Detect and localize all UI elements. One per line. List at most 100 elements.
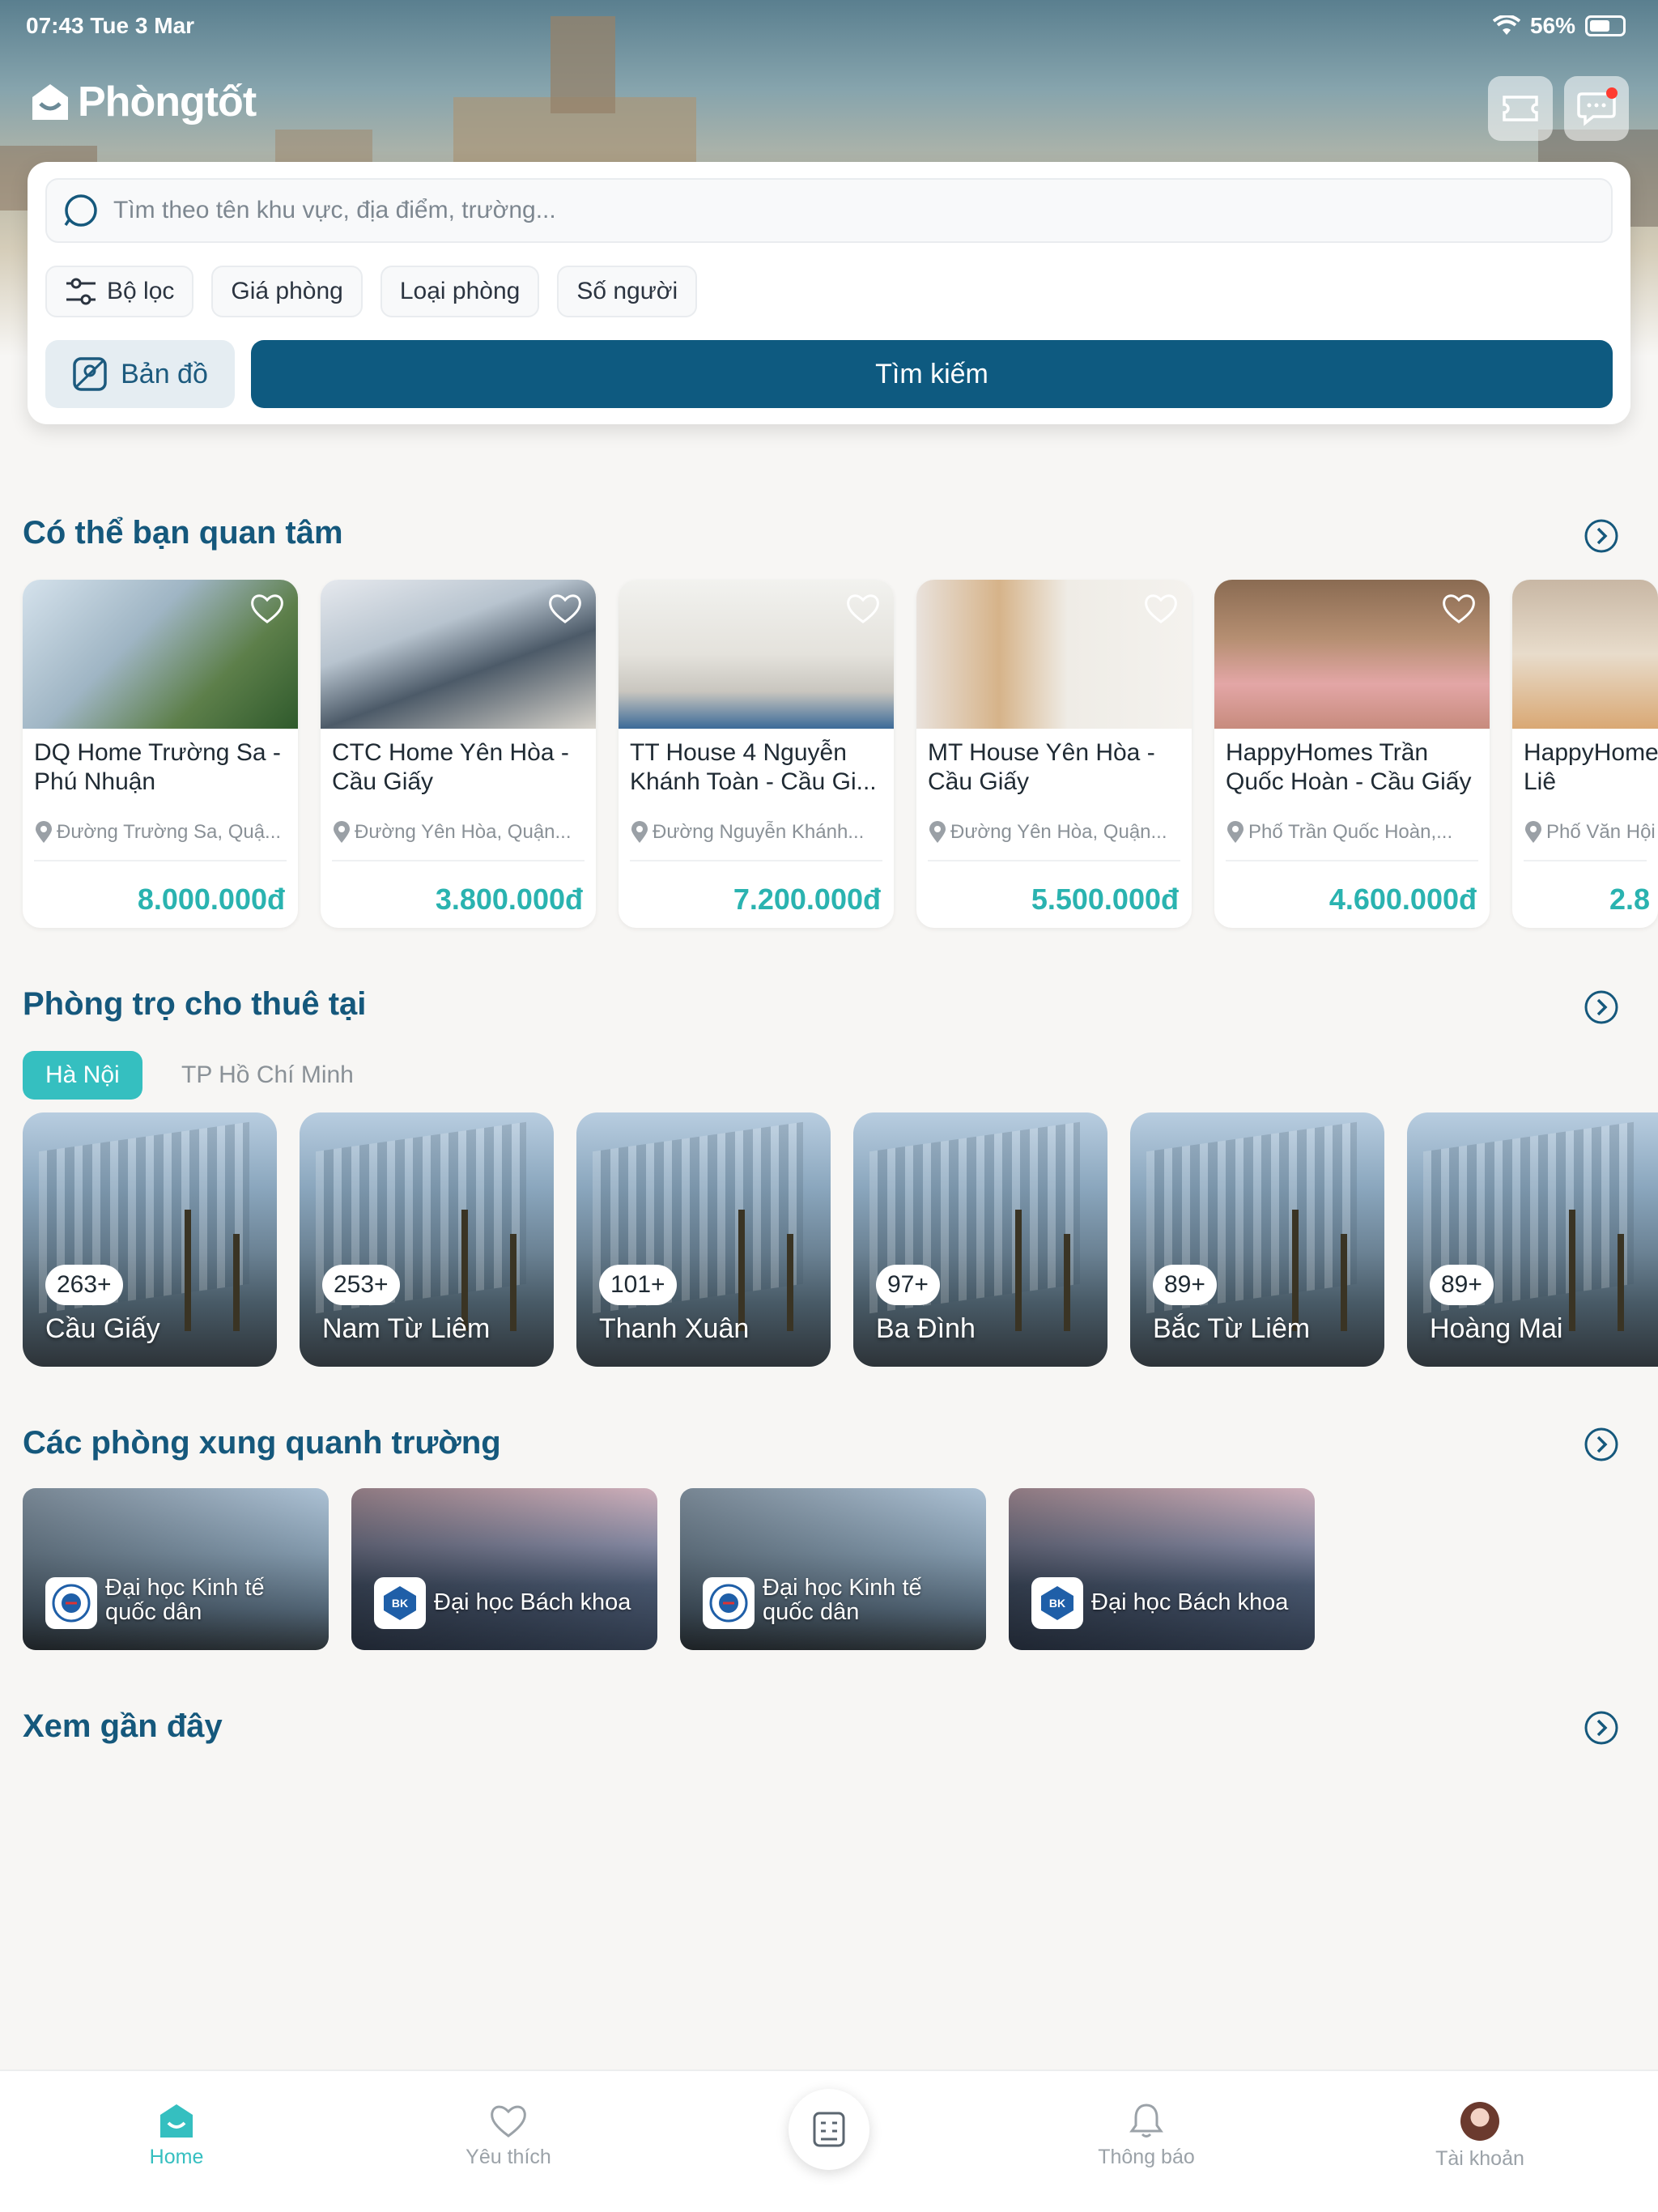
room-photo: [916, 580, 1192, 729]
svg-text:BK: BK: [1049, 1597, 1065, 1610]
city-card[interactable]: 89+ Bắc Từ Liêm: [1130, 1112, 1384, 1367]
heart-icon: [491, 2105, 526, 2138]
school-name: Đại học Kinh tế quốc dân: [105, 1575, 265, 1625]
room-address: Đường Nguyễn Khánh...: [653, 821, 865, 843]
school-card[interactable]: Đại học Kinh tế quốc dân: [680, 1488, 986, 1650]
room-price: 7.200.000đ: [733, 883, 881, 916]
room-address: Đường Yên Hòa, Quận...: [355, 821, 572, 843]
city-card[interactable]: 89+ Hoàng Mai: [1407, 1112, 1658, 1367]
heart-icon[interactable]: [249, 591, 285, 627]
tab-hcm[interactable]: TP Hồ Chí Minh: [159, 1051, 376, 1100]
room-card[interactable]: HappyHomes Trần Quốc Hoàn - Cầu Giấy Phố…: [1214, 580, 1490, 928]
listing-icon: [813, 2112, 845, 2147]
city-name: Bắc Từ Liêm: [1153, 1313, 1311, 1344]
section-title-cities: Phòng trọ cho thuê tại: [23, 986, 367, 1022]
city-name: Ba Đình: [876, 1313, 976, 1344]
school-logo: BK: [374, 1577, 426, 1629]
location-pin-icon: [1227, 821, 1244, 843]
city-card[interactable]: 253+ Nam Từ Liêm: [300, 1112, 554, 1367]
filter-chip-people[interactable]: Số người: [557, 266, 698, 317]
city-card[interactable]: 101+ Thanh Xuân: [576, 1112, 831, 1367]
tab-account[interactable]: Tài khoản: [1383, 2102, 1577, 2171]
heart-icon[interactable]: [1441, 591, 1477, 627]
divider: [1524, 860, 1647, 861]
filter-chip-label: Bộ lọc: [107, 278, 175, 304]
see-more-arrow-icon[interactable]: [1584, 989, 1619, 1025]
school-card[interactable]: Đại học Kinh tế quốc dân: [23, 1488, 329, 1650]
search-button-label: Tìm kiếm: [875, 358, 988, 389]
tab-label: Thông báo: [1098, 2146, 1195, 2168]
location-pin-icon: [1525, 821, 1541, 843]
location-pin-icon: [631, 821, 648, 843]
see-more-arrow-icon[interactable]: [1584, 518, 1619, 554]
center-action-button[interactable]: [789, 2089, 869, 2170]
location-pin-icon: [334, 821, 350, 843]
status-bar: 07:43 Tue 3 Mar 56%: [0, 0, 1658, 52]
room-card[interactable]: DQ Home Trường Sa - Phú Nhuận Đường Trườ…: [23, 580, 298, 928]
room-card[interactable]: HappyHome - Bắc Từ Liê Phố Văn Hội 2.8: [1512, 580, 1658, 928]
filter-chip-all[interactable]: Bộ lọc: [45, 266, 194, 317]
school-name: Đại học Kinh tế quốc dân: [763, 1575, 922, 1625]
home-icon: [160, 2104, 193, 2138]
school-logo: [703, 1577, 755, 1629]
see-more-arrow-icon[interactable]: [1584, 1710, 1619, 1746]
city-card[interactable]: 97+ Ba Đình: [853, 1112, 1107, 1367]
house-logo-icon: [32, 84, 68, 120]
search-button[interactable]: Tìm kiếm: [251, 340, 1613, 408]
ticket-button[interactable]: [1488, 76, 1553, 141]
tab-notifications[interactable]: Thông báo: [1049, 2102, 1244, 2169]
filter-chip-label: Giá phòng: [231, 278, 343, 304]
filter-chip-label: Loại phòng: [399, 278, 521, 304]
bottom-tab-bar: Home Yêu thích Thông báo Tài khoản: [0, 2069, 1658, 2212]
divider: [1226, 860, 1478, 861]
room-address: Phố Văn Hội: [1546, 821, 1656, 843]
search-field[interactable]: [45, 178, 1613, 243]
room-photo: [321, 580, 596, 729]
school-card[interactable]: BK Đại học Bách khoa: [1009, 1488, 1315, 1650]
city-card[interactable]: 263+ Cầu Giấy: [23, 1112, 277, 1367]
room-price: 4.600.000đ: [1329, 883, 1477, 916]
battery-icon: [1585, 15, 1626, 36]
school-card[interactable]: BK Đại học Bách khoa: [351, 1488, 657, 1650]
tab-favorites[interactable]: Yêu thích: [411, 2102, 606, 2169]
heart-icon[interactable]: [547, 591, 583, 627]
tab-hanoi[interactable]: Hà Nội: [23, 1051, 142, 1100]
search-icon: [64, 194, 97, 227]
room-name: HappyHome - Bắc Từ Liê: [1524, 739, 1658, 795]
school-name: Đại học Bách khoa: [434, 1589, 631, 1615]
search-input[interactable]: [113, 197, 1571, 224]
neu-logo-icon: [52, 1584, 91, 1623]
logo-text: Phòngtốt: [78, 79, 257, 125]
city-name: Nam Từ Liêm: [322, 1313, 491, 1344]
bell-icon: [1129, 2104, 1163, 2138]
city-count-badge: 101+: [599, 1265, 677, 1305]
city-count-badge: 263+: [45, 1265, 123, 1305]
room-card[interactable]: MT House Yên Hòa - Cầu Giấy Đường Yên Hò…: [916, 580, 1192, 928]
bk-logo-icon: BK: [1041, 1586, 1073, 1620]
city-count-badge: 89+: [1153, 1265, 1217, 1305]
filter-chip-label: Số người: [576, 278, 678, 304]
room-card[interactable]: CTC Home Yên Hòa - Cầu Giấy Đường Yên Hò…: [321, 580, 596, 928]
filter-chip-price[interactable]: Giá phòng: [211, 266, 363, 317]
chat-button[interactable]: [1564, 76, 1629, 141]
heart-icon[interactable]: [845, 591, 881, 627]
notification-dot: [1606, 87, 1618, 99]
divider: [630, 860, 882, 861]
school-logo: [45, 1577, 97, 1629]
city-name: Cầu Giấy: [45, 1313, 160, 1344]
map-button[interactable]: Bản đồ: [45, 340, 235, 408]
tab-label: Yêu thích: [466, 2146, 551, 2168]
see-more-arrow-icon[interactable]: [1584, 1427, 1619, 1462]
section-title-recent: Xem gần đây: [23, 1708, 223, 1744]
room-price: 2.8: [1609, 883, 1651, 916]
room-photo: [1214, 580, 1490, 729]
section-title-interest: Có thể bạn quan tâm: [23, 515, 343, 551]
room-price: 3.800.000đ: [435, 883, 583, 916]
app-logo[interactable]: Phòngtốt: [28, 78, 257, 126]
city-name: Hoàng Mai: [1430, 1313, 1563, 1344]
heart-icon[interactable]: [1143, 591, 1179, 627]
room-price: 5.500.000đ: [1031, 883, 1179, 916]
filter-chip-room-type[interactable]: Loại phòng: [380, 266, 540, 317]
tab-home[interactable]: Home: [79, 2102, 274, 2169]
room-card[interactable]: TT House 4 Nguyễn Khánh Toàn - Cầu Gi...…: [619, 580, 894, 928]
